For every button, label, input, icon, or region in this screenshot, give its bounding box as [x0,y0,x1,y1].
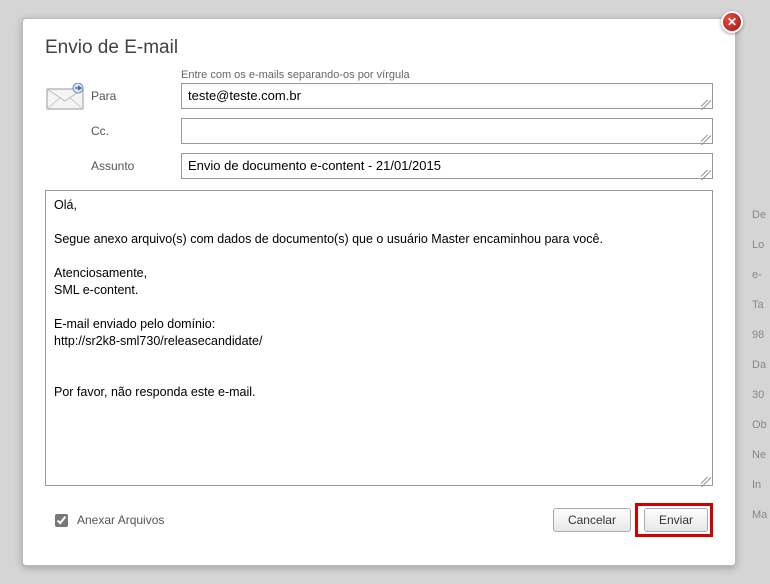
label-assunto: Assunto [91,153,181,173]
help-text: Entre com os e-mails separando-os por ví… [181,69,713,81]
email-send-dialog: ✕ Envio de E-mail Entre com os e-mails s… [22,18,736,566]
background-obscured-text: De Lo e- Ta 98 Da 30 Ob Ne In Ma [752,200,770,550]
label-para: Para [91,83,181,103]
cancel-button[interactable]: Cancelar [553,508,631,532]
attach-files-label: Anexar Arquivos [77,513,164,527]
attach-files-checkbox[interactable]: Anexar Arquivos [51,511,164,530]
mail-icon [45,83,85,111]
subject-field[interactable] [181,153,713,179]
body-field[interactable] [45,190,713,486]
label-cc: Cc. [91,118,181,138]
send-button-highlight: Enviar [635,503,713,537]
attach-files-input[interactable] [55,514,68,527]
to-field[interactable] [181,83,713,109]
send-button[interactable]: Enviar [644,508,708,532]
close-icon: ✕ [727,15,737,29]
cc-field[interactable] [181,118,713,144]
dialog-title: Envio de E-mail [23,19,735,69]
close-button[interactable]: ✕ [721,11,743,33]
